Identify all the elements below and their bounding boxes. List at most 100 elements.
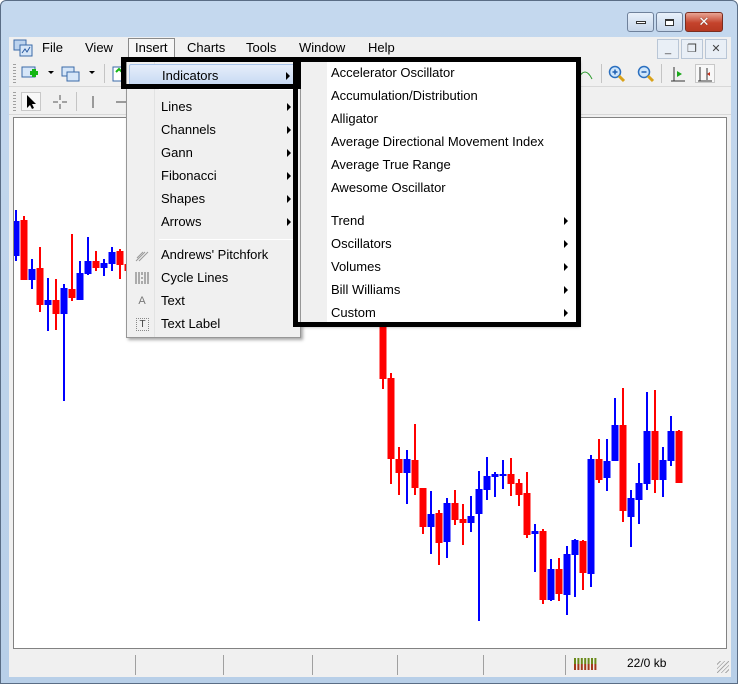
menu-item-accelerator-oscillator[interactable]: Accelerator Oscillator [303,62,575,84]
cycle-lines-icon [134,270,150,286]
candle [403,450,411,504]
menu-item-fibonacci[interactable]: Fibonacci [129,165,298,187]
menu-item-bill-williams[interactable]: Bill Williams [303,279,575,301]
candle [60,284,68,401]
menu-item-label: Channels [161,122,216,137]
candle [379,321,387,389]
menu-item-atr[interactable]: Average True Range [303,154,575,176]
menu-view[interactable]: View [79,38,119,58]
menu-item-volumes[interactable]: Volumes [303,256,575,278]
mdi-buttons: _ ❐ ✕ [657,39,727,59]
menu-item-oscillators[interactable]: Oscillators [303,233,575,255]
menu-item-gann[interactable]: Gann [129,142,298,164]
statusbar: 22/0 kb [9,651,731,675]
candle [507,458,515,496]
candle [427,491,435,554]
menu-window[interactable]: Window [293,38,351,58]
candle [603,439,611,491]
candle-body [92,261,100,268]
menu-item-label: Gann [161,145,193,160]
menu-item-text[interactable]: A Text [129,290,298,312]
candle [571,539,579,597]
candle [92,251,100,271]
resize-grip[interactable] [717,661,729,673]
menu-item-arrows[interactable]: Arrows [129,211,298,233]
candle-body [451,503,459,520]
menu-item-alligator[interactable]: Alligator [303,108,575,130]
minimize-icon [635,20,646,24]
candle-body [475,489,483,514]
menu-help[interactable]: Help [362,38,401,58]
toolbar-grip[interactable] [13,64,16,83]
toolbar-separator [601,64,602,83]
candle-body [20,220,28,280]
zoom-in-icon[interactable] [607,64,627,83]
maximize-button[interactable] [656,12,683,32]
crosshair-icon[interactable] [50,92,70,111]
menu-item-shapes[interactable]: Shapes [129,188,298,210]
menu-item-label: Indicators [162,68,219,83]
vertical-line-icon[interactable] [83,92,103,111]
mdi-restore-button[interactable]: ❐ [681,39,703,59]
minimize-button[interactable] [627,12,654,32]
new-chart-icon[interactable] [21,64,41,83]
menu-item-lines[interactable]: Lines [129,96,298,118]
candle [667,416,675,466]
text-label-icon: T [136,318,149,331]
profiles-dropdown-icon[interactable] [89,71,95,74]
candle-body [108,252,116,264]
toolbar-grip[interactable] [13,92,16,111]
connection-status-icon[interactable] [573,657,599,671]
candle [659,447,667,497]
menu-item-indicators[interactable]: Indicators [129,64,298,86]
curve-icon[interactable] [575,64,595,83]
candle-body [587,459,595,574]
candle-body [467,516,475,523]
candle [467,496,475,532]
menu-separator [159,89,296,90]
candle-body [643,431,651,484]
candle-body [595,459,603,480]
menu-item-label: Bill Williams [331,282,401,297]
menu-item-trend[interactable]: Trend [303,210,575,232]
zoom-out-icon[interactable] [636,64,656,83]
indicators-submenu: Accelerator Oscillator Accumulation/Dist… [300,60,578,325]
profiles-icon[interactable] [61,64,81,83]
menu-file[interactable]: File [36,38,69,58]
candle [411,424,419,495]
close-button[interactable]: ✕ [685,12,723,32]
submenu-arrow-icon [287,103,291,111]
new-chart-dropdown-icon[interactable] [48,71,54,74]
candle [515,479,523,506]
mdi-minimize-button[interactable]: _ [657,39,679,59]
auto-scroll-icon[interactable] [668,64,688,83]
cursor-icon[interactable] [21,92,41,111]
signal-bar [591,658,593,664]
menu-item-adx[interactable]: Average Directional Movement Index [303,131,575,153]
menu-item-text-label[interactable]: T Text Label [129,313,298,335]
candle-body [627,498,635,517]
menu-insert[interactable]: Insert [128,38,175,58]
menu-item-accumulation-distribution[interactable]: Accumulation/Distribution [303,85,575,107]
mdi-close-button[interactable]: ✕ [705,39,727,59]
candle [68,234,76,301]
toolbar-separator [661,64,662,83]
menu-item-custom[interactable]: Custom [303,302,575,324]
signal-bar [594,664,597,670]
text-icon: A [138,295,146,307]
menu-item-label: Shapes [161,191,206,206]
candle [52,279,60,330]
menu-item-awesome-oscillator[interactable]: Awesome Oscillator [303,177,575,199]
menu-item-andrews-pitchfork[interactable]: Andrews' Pitchfork [129,244,298,266]
menu-item-cycle-lines[interactable]: Cycle Lines [129,267,298,289]
submenu-arrow-icon [287,218,291,226]
candle-body [507,474,515,484]
menu-charts[interactable]: Charts [181,38,231,58]
menu-item-channels[interactable]: Channels [129,119,298,141]
menu-tools[interactable]: Tools [240,38,282,58]
candle [547,559,555,601]
candle-body [36,268,44,305]
status-cell [483,655,484,675]
chart-shift-icon[interactable] [695,64,715,83]
menu-item-label: Alligator [331,111,378,126]
